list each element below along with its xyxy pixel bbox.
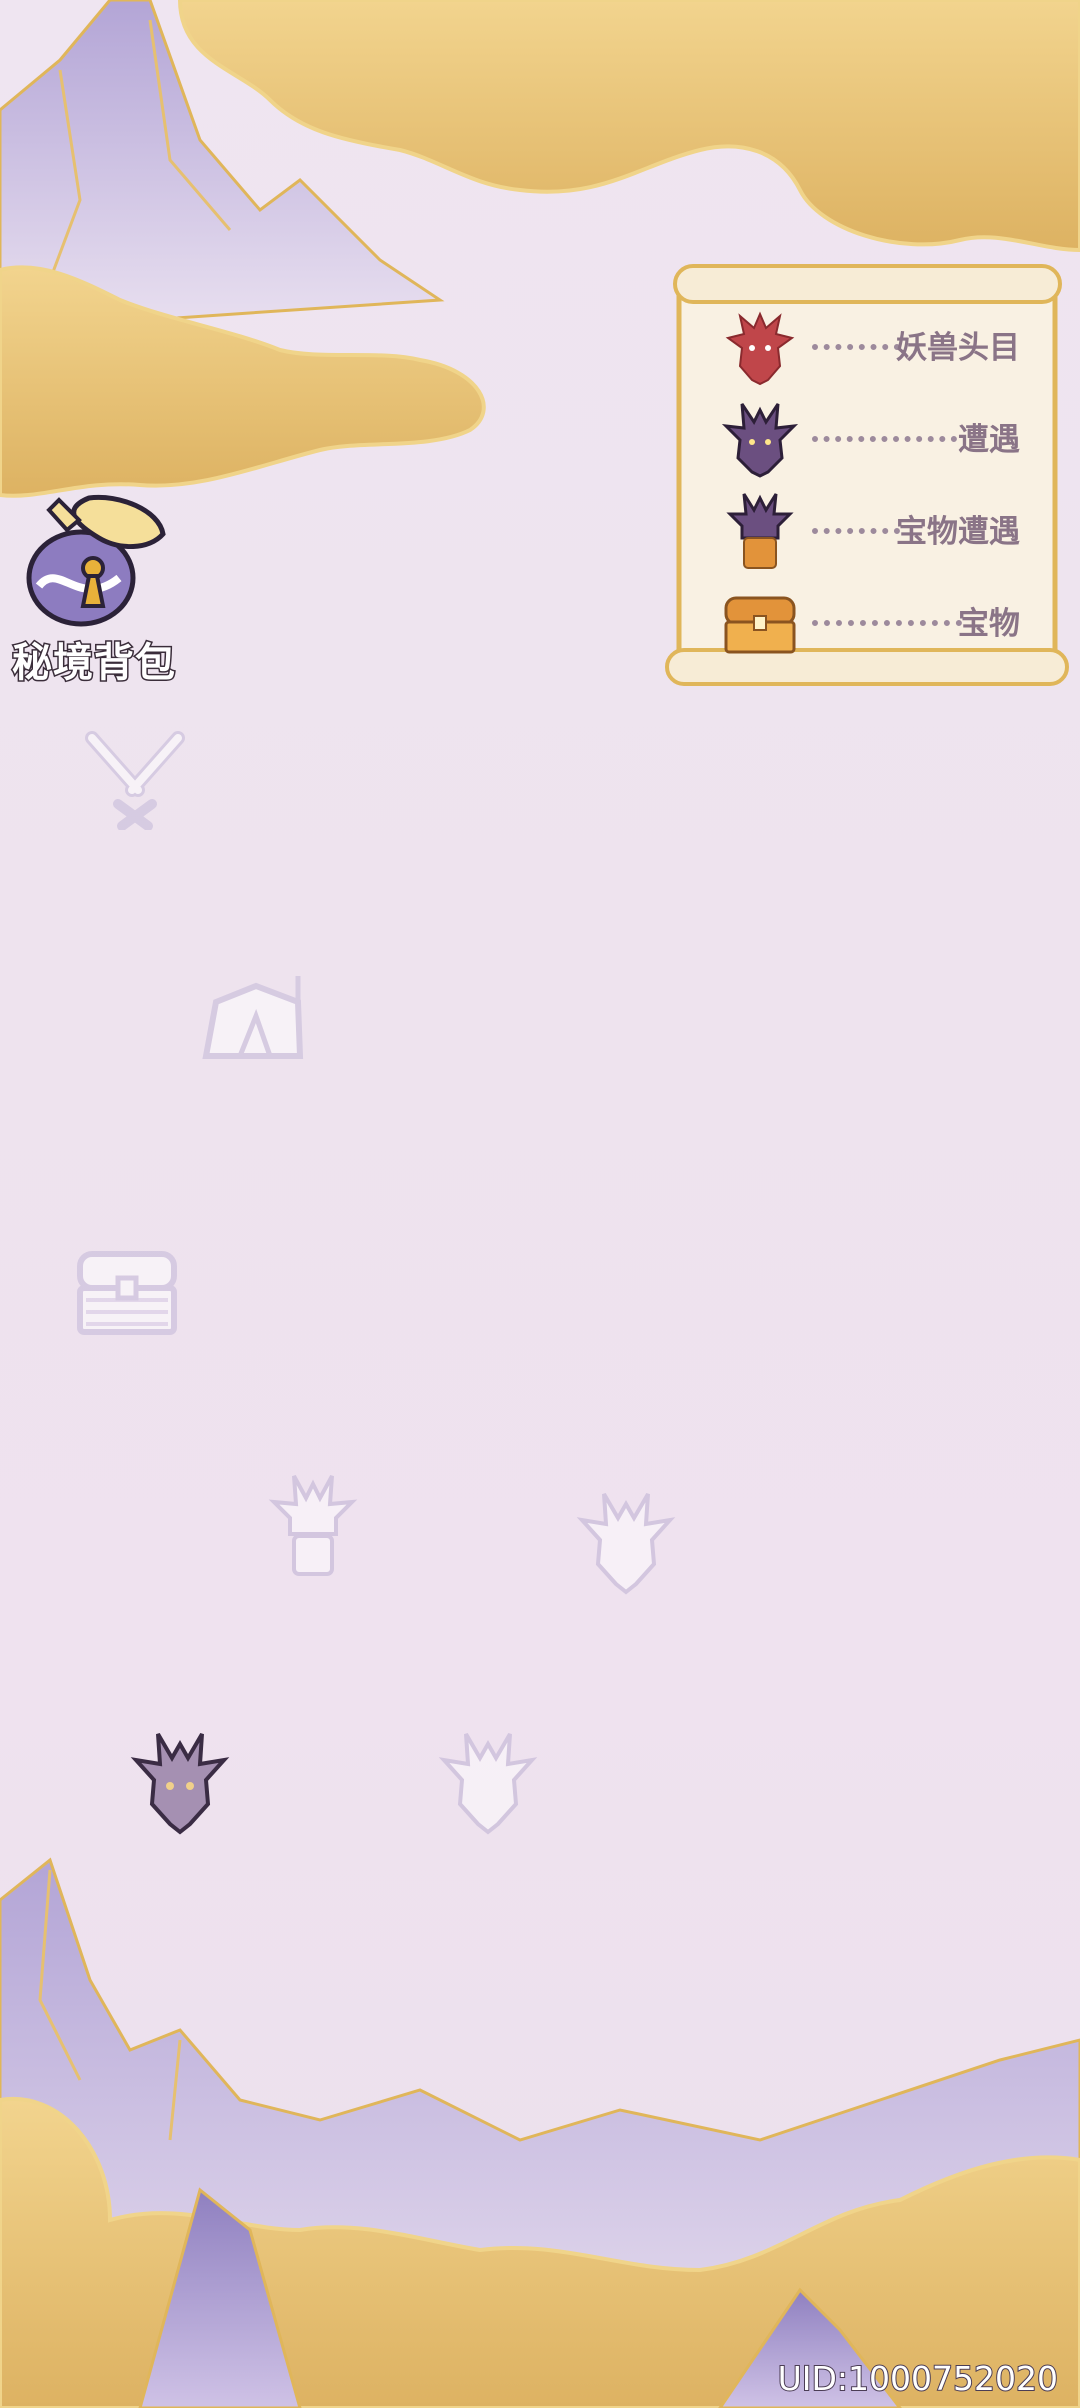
tent-icon bbox=[202, 976, 304, 1059]
treasure-pouch-icon bbox=[26, 494, 166, 627]
uid-label: UID:1000752020 bbox=[777, 2358, 1059, 2399]
legend-scroll: 妖兽头目 遭遇 宝物遭遇 宝物 bbox=[665, 258, 1070, 690]
treasure-chest-icon bbox=[77, 1251, 177, 1335]
crossed-swords-icon bbox=[85, 731, 185, 831]
legend-item-treasure-encounter: 宝物遭遇 bbox=[720, 492, 1020, 572]
map-node-encounter-current[interactable] bbox=[130, 1730, 230, 1840]
legend-item-encounter: 遭遇 bbox=[720, 400, 1020, 480]
legend-label: 妖兽头目 bbox=[896, 330, 1020, 366]
map-node-encounter[interactable] bbox=[576, 1490, 676, 1600]
treasure-chest-icon bbox=[724, 596, 796, 654]
map-node-camp[interactable] bbox=[200, 972, 310, 1064]
treasure-encounter-icon bbox=[726, 493, 794, 569]
legend-label: 宝物 bbox=[958, 606, 1020, 642]
encounter-beast-icon bbox=[721, 403, 799, 478]
map-node-battle[interactable] bbox=[78, 730, 193, 831]
legend-item-boss: 妖兽头目 bbox=[720, 308, 1020, 388]
legend-item-treasure: 宝物 bbox=[720, 584, 1020, 664]
secret-bag-button[interactable]: 秘境背包 bbox=[5, 490, 183, 688]
map-node-encounter[interactable] bbox=[438, 1730, 538, 1840]
legend-label: 宝物遭遇 bbox=[896, 514, 1020, 550]
legend-label: 遭遇 bbox=[958, 422, 1020, 458]
map-node-treasure[interactable] bbox=[74, 1248, 180, 1340]
map-node-treasure-encounter[interactable] bbox=[268, 1474, 358, 1580]
treasure-encounter-icon bbox=[268, 1475, 358, 1576]
encounter-beast-icon bbox=[576, 1492, 676, 1595]
encounter-beast-icon bbox=[438, 1732, 538, 1835]
boss-beast-icon bbox=[725, 311, 795, 386]
encounter-beast-icon bbox=[130, 1732, 230, 1835]
secret-bag-label: 秘境背包 bbox=[11, 639, 177, 688]
